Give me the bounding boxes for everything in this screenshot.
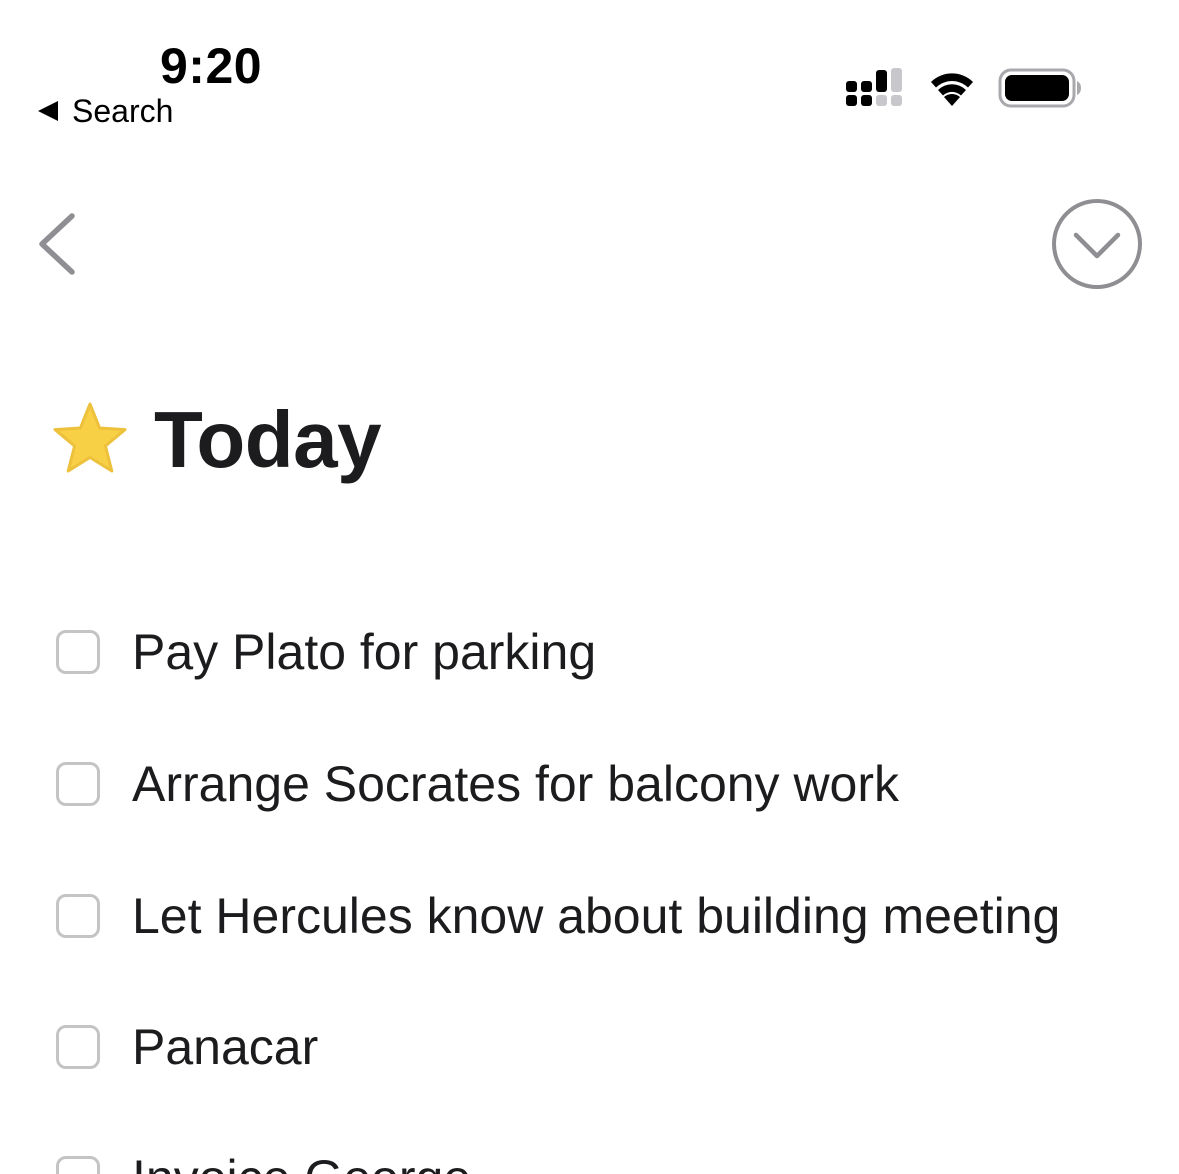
task-checkbox[interactable] bbox=[56, 1156, 100, 1174]
task-item[interactable]: Let Hercules know about building meeting bbox=[56, 876, 1060, 956]
task-checkbox[interactable] bbox=[56, 762, 100, 806]
task-item[interactable]: Arrange Socrates for balcony work bbox=[56, 744, 899, 824]
task-label: Invoice George bbox=[132, 1148, 471, 1174]
task-list: Pay Plato for parking Arrange Socrates f… bbox=[0, 0, 1179, 1174]
task-item[interactable]: Pay Plato for parking bbox=[56, 612, 596, 692]
task-item[interactable]: Invoice George bbox=[56, 1138, 471, 1174]
task-label: Arrange Socrates for balcony work bbox=[132, 756, 900, 812]
task-label: Let Hercules know about building meeting bbox=[132, 888, 1061, 944]
task-item[interactable]: Panacar bbox=[56, 1007, 318, 1087]
task-label: Pay Plato for parking bbox=[132, 624, 597, 680]
task-checkbox[interactable] bbox=[56, 630, 100, 674]
task-label: Panacar bbox=[132, 1019, 319, 1075]
task-checkbox[interactable] bbox=[56, 1025, 100, 1069]
task-checkbox[interactable] bbox=[56, 894, 100, 938]
